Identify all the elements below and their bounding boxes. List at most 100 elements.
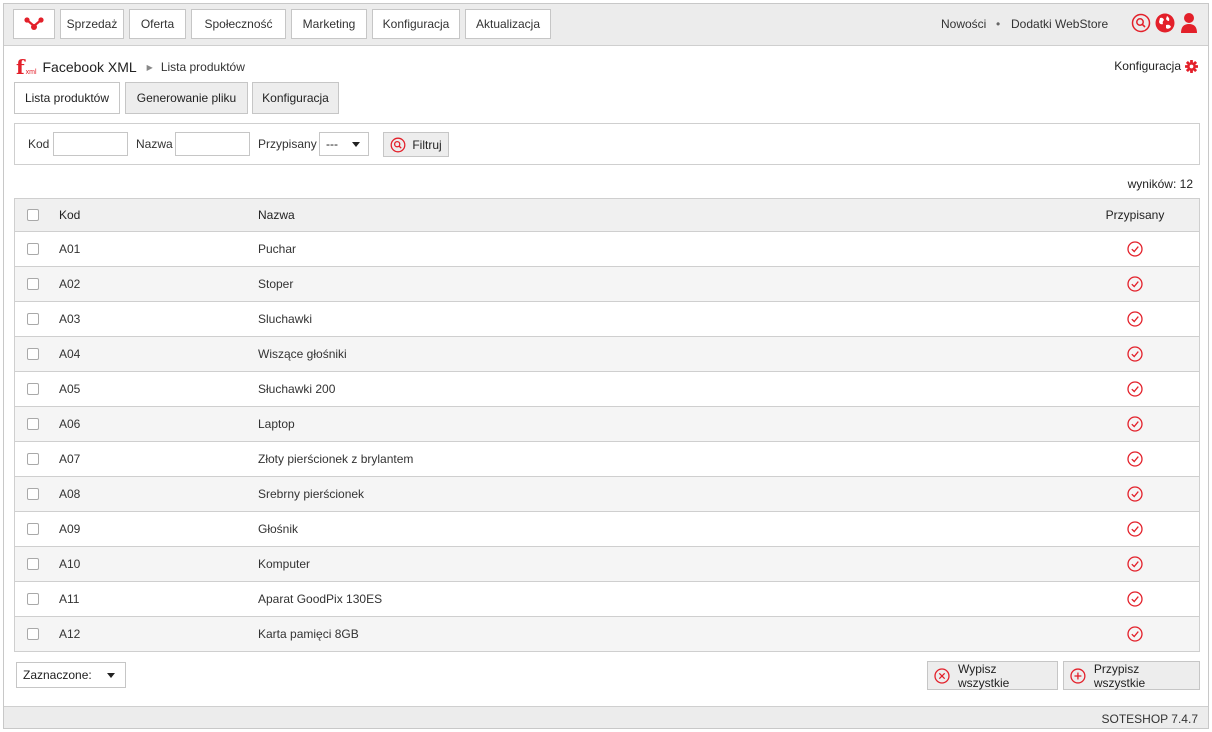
table-row[interactable]: A06 Laptop bbox=[15, 407, 1199, 442]
row-kod: A03 bbox=[59, 312, 81, 326]
globe-icon[interactable] bbox=[1155, 13, 1175, 33]
version-label: SOTESHOP 7.4.7 bbox=[1101, 712, 1199, 726]
table-row[interactable]: A08 Srebrny pierścionek bbox=[15, 477, 1199, 512]
tab-lista-produktow[interactable]: Lista produktów bbox=[14, 82, 120, 114]
filter-panel: Kod Nazwa Przypisany --- Filtruj bbox=[14, 123, 1200, 165]
top-navigation-bar: Sprzedaż Oferta Społeczność Marketing Ko… bbox=[4, 4, 1208, 46]
assigned-check-icon[interactable] bbox=[1095, 486, 1175, 502]
gear-icon bbox=[1185, 59, 1198, 73]
table-row[interactable]: A05 Słuchawki 200 bbox=[15, 372, 1199, 407]
tab-generowanie-pliku[interactable]: Generowanie pliku bbox=[125, 82, 248, 114]
table-row[interactable]: A10 Komputer bbox=[15, 547, 1199, 582]
news-link[interactable]: Nowości bbox=[941, 17, 986, 31]
assigned-filter-label: Przypisany bbox=[258, 137, 317, 151]
nav-marketing[interactable]: Marketing bbox=[291, 9, 367, 39]
row-kod: A10 bbox=[59, 557, 81, 571]
assigned-check-icon[interactable] bbox=[1095, 521, 1175, 537]
assign-all-button[interactable]: Przypisz wszystkie bbox=[1063, 661, 1200, 690]
table-row[interactable]: A07 Złoty pierścionek z brylantem bbox=[15, 442, 1199, 477]
row-kod: A12 bbox=[59, 627, 81, 641]
user-icon[interactable] bbox=[1179, 13, 1199, 33]
add-circle-icon bbox=[1070, 667, 1086, 684]
row-nazwa: Sluchawki bbox=[258, 312, 313, 326]
selected-actions-select[interactable]: Zaznaczone: bbox=[16, 662, 126, 688]
assigned-check-icon[interactable] bbox=[1095, 346, 1175, 362]
table-row[interactable]: A04 Wiszące głośniki bbox=[15, 337, 1199, 372]
row-checkbox[interactable] bbox=[27, 558, 39, 570]
header-nazwa[interactable]: Nazwa bbox=[258, 208, 295, 222]
table-row[interactable]: A02 Stoper bbox=[15, 267, 1199, 302]
select-all-checkbox[interactable] bbox=[27, 209, 39, 221]
kod-filter-label: Kod bbox=[28, 137, 50, 151]
filter-button[interactable]: Filtruj bbox=[383, 132, 449, 157]
nav-aktualizacja[interactable]: Aktualizacja bbox=[465, 9, 551, 39]
results-count: wyników: 12 bbox=[1127, 177, 1193, 191]
current-page: Lista produktów bbox=[160, 60, 245, 74]
soteshop-logo-icon bbox=[24, 17, 44, 30]
row-kod: A08 bbox=[59, 487, 81, 501]
assigned-check-icon[interactable] bbox=[1095, 626, 1175, 642]
search-icon[interactable] bbox=[1131, 13, 1151, 33]
header-przypisany[interactable]: Przypisany bbox=[1095, 208, 1175, 222]
row-checkbox[interactable] bbox=[27, 523, 39, 535]
configuration-link[interactable]: Konfiguracja bbox=[1114, 59, 1198, 73]
nav-oferta[interactable]: Oferta bbox=[129, 9, 186, 39]
unassign-all-button[interactable]: Wypisz wszystkie bbox=[927, 661, 1058, 690]
assigned-filter-value: --- bbox=[326, 137, 338, 151]
assigned-check-icon[interactable] bbox=[1095, 416, 1175, 432]
row-kod: A09 bbox=[59, 522, 81, 536]
row-checkbox[interactable] bbox=[27, 243, 39, 255]
configuration-link-label: Konfiguracja bbox=[1114, 59, 1181, 73]
nav-sprzedaz[interactable]: Sprzedaż bbox=[60, 9, 124, 39]
row-checkbox[interactable] bbox=[27, 418, 39, 430]
row-checkbox[interactable] bbox=[27, 488, 39, 500]
row-kod: A11 bbox=[59, 592, 80, 606]
table-row[interactable]: A12 Karta pamięci 8GB bbox=[15, 617, 1199, 652]
row-nazwa: Złoty pierścionek z brylantem bbox=[258, 452, 414, 466]
nazwa-filter-label: Nazwa bbox=[136, 137, 173, 151]
module-title[interactable]: Facebook XML bbox=[43, 59, 137, 75]
products-table: Kod Nazwa Przypisany A01 Puchar A02 Stoper A… bbox=[14, 198, 1200, 652]
row-nazwa: Komputer bbox=[258, 557, 311, 571]
footer-bar: SOTESHOP 7.4.7 bbox=[4, 706, 1208, 728]
home-logo-button[interactable] bbox=[13, 9, 55, 39]
nav-konfiguracja[interactable]: Konfiguracja bbox=[372, 9, 460, 39]
row-checkbox[interactable] bbox=[27, 628, 39, 640]
assigned-check-icon[interactable] bbox=[1095, 591, 1175, 607]
assigned-check-icon[interactable] bbox=[1095, 276, 1175, 292]
nazwa-filter-input[interactable] bbox=[175, 132, 250, 156]
table-header-row: Kod Nazwa Przypisany bbox=[15, 199, 1199, 232]
row-checkbox[interactable] bbox=[27, 593, 39, 605]
row-checkbox[interactable] bbox=[27, 313, 39, 325]
chevron-down-icon bbox=[352, 142, 360, 147]
assigned-check-icon[interactable] bbox=[1095, 311, 1175, 327]
kod-filter-input[interactable] bbox=[53, 132, 128, 156]
row-checkbox[interactable] bbox=[27, 348, 39, 360]
tab-konfiguracja[interactable]: Konfiguracja bbox=[252, 82, 339, 114]
assigned-check-icon[interactable] bbox=[1095, 381, 1175, 397]
assigned-check-icon[interactable] bbox=[1095, 241, 1175, 257]
header-kod[interactable]: Kod bbox=[59, 208, 80, 222]
assigned-filter-select[interactable]: --- bbox=[319, 132, 369, 156]
row-kod: A05 bbox=[59, 382, 81, 396]
unassign-all-label: Wypisz wszystkie bbox=[957, 661, 1010, 690]
row-kod: A07 bbox=[59, 452, 81, 466]
table-row[interactable]: A03 Sluchawki bbox=[15, 302, 1199, 337]
breadcrumb: f xml Facebook XML ▶ Lista produktów bbox=[16, 56, 245, 78]
row-checkbox[interactable] bbox=[27, 278, 39, 290]
breadcrumb-arrow-icon: ▶ bbox=[146, 62, 153, 72]
nav-spolecznosc[interactable]: Społeczność bbox=[191, 9, 286, 39]
assigned-check-icon[interactable] bbox=[1095, 451, 1175, 467]
links-separator: • bbox=[996, 17, 1001, 31]
row-checkbox[interactable] bbox=[27, 383, 39, 395]
row-nazwa: Puchar bbox=[258, 242, 297, 256]
table-row[interactable]: A01 Puchar bbox=[15, 232, 1199, 267]
row-nazwa: Słuchawki 200 bbox=[258, 382, 336, 396]
webstore-addons-link[interactable]: Dodatki WebStore bbox=[1011, 17, 1108, 31]
row-kod: A01 bbox=[59, 242, 81, 256]
table-row[interactable]: A09 Głośnik bbox=[15, 512, 1199, 547]
row-kod: A04 bbox=[59, 347, 81, 361]
row-checkbox[interactable] bbox=[27, 453, 39, 465]
assigned-check-icon[interactable] bbox=[1095, 556, 1175, 572]
table-row[interactable]: A11 Aparat GoodPix 130ES bbox=[15, 582, 1199, 617]
